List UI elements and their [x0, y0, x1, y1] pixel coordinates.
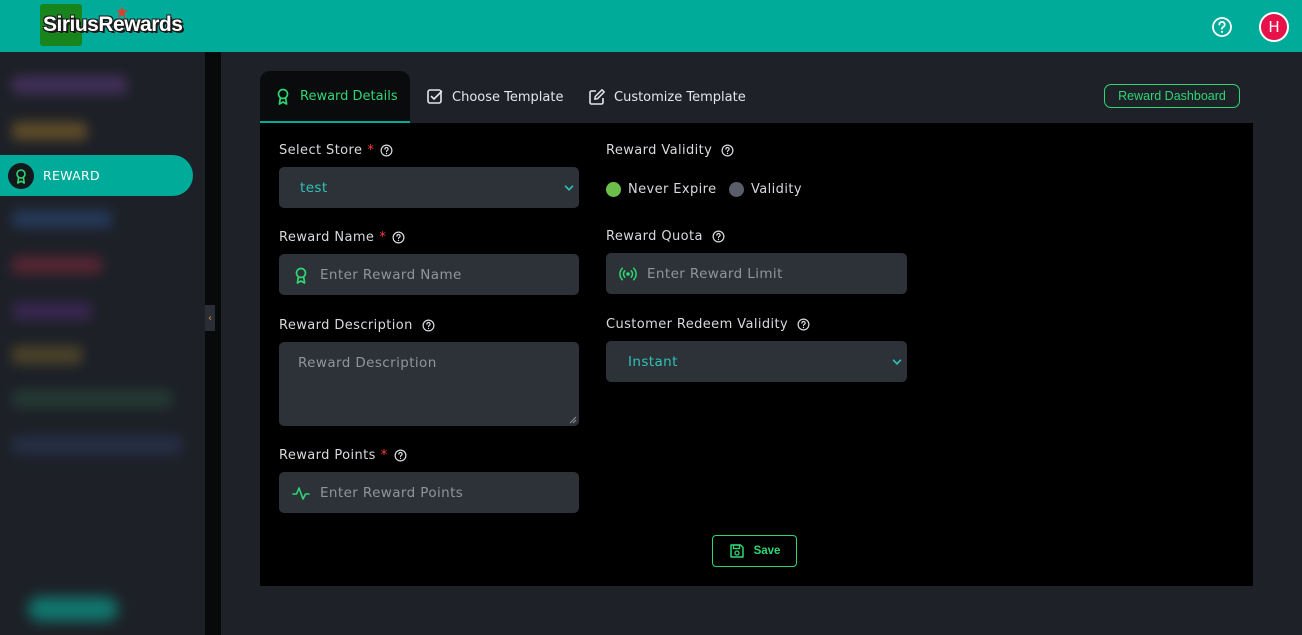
reward-description-textarea[interactable]: Reward Description [279, 342, 579, 426]
sidebar-item-label: REWARD [43, 168, 100, 183]
sidebar-item-blurred[interactable] [12, 346, 82, 364]
edit-icon [589, 89, 605, 105]
label-text: Select Store [279, 143, 363, 158]
label-text: Reward Points [279, 448, 376, 463]
award-icon [277, 88, 289, 105]
sidebar-item-blurred[interactable] [12, 210, 112, 228]
help-icon[interactable] [380, 144, 393, 157]
reward-points-placeholder: Enter Reward Points [320, 484, 464, 501]
reward-name-input[interactable]: Enter Reward Name [279, 254, 579, 295]
sidebar-divider [205, 52, 221, 635]
top-bar: SiriusRewards H [0, 0, 1302, 52]
resize-handle-icon[interactable] [569, 416, 577, 424]
tab-label: Choose Template [452, 89, 564, 105]
help-icon[interactable] [797, 318, 810, 331]
radio-never-expire[interactable]: Never Expire [606, 182, 717, 197]
award-icon [8, 162, 34, 189]
label-text: Reward Validity [606, 143, 713, 158]
tab-label: Reward Details [300, 88, 398, 104]
sidebar-item-blurred[interactable] [12, 256, 102, 274]
tab-choose-template[interactable]: Choose Template [426, 71, 563, 123]
help-icon[interactable] [1211, 16, 1233, 38]
help-icon[interactable] [392, 231, 405, 244]
reward-quota-label: Reward Quota [606, 229, 725, 244]
select-store-label: Select Store * [279, 143, 393, 158]
tab-reward-details[interactable]: Reward Details [260, 71, 410, 123]
save-label: Save [753, 545, 781, 557]
checkbox-icon [427, 89, 443, 104]
chevron-down-icon [892, 358, 902, 365]
reward-description-placeholder: Reward Description [298, 355, 437, 371]
tab-label: Customize Template [614, 89, 746, 105]
radio-label: Never Expire [628, 182, 717, 197]
app-logo[interactable]: SiriusRewards [40, 4, 205, 46]
broadcast-icon [619, 267, 637, 280]
radio-unselected-dot [729, 182, 744, 197]
required-mark: * [367, 143, 375, 158]
label-text: Customer Redeem Validity [606, 317, 789, 332]
help-icon[interactable] [422, 319, 435, 332]
label-text: Reward Quota [606, 229, 703, 244]
sidebar-item-blurred[interactable] [12, 390, 172, 408]
logo-text: SiriusRewards [43, 13, 183, 36]
reward-quota-input[interactable]: Enter Reward Limit [606, 253, 907, 294]
chevron-down-icon [564, 184, 574, 191]
customer-redeem-validity-label: Customer Redeem Validity [606, 317, 810, 332]
reward-dashboard-button[interactable]: Reward Dashboard [1104, 84, 1240, 108]
sidebar-item-blurred[interactable] [12, 76, 127, 94]
reward-quota-placeholder: Enter Reward Limit [647, 265, 783, 282]
help-icon[interactable] [712, 230, 725, 243]
user-avatar[interactable]: H [1259, 12, 1289, 42]
required-mark: * [379, 230, 387, 245]
reward-name-placeholder: Enter Reward Name [320, 266, 462, 283]
sidebar-bottom-button[interactable] [28, 597, 118, 621]
radio-selected-dot [606, 182, 621, 197]
award-icon [295, 267, 307, 284]
reward-points-label: Reward Points * [279, 448, 407, 463]
radio-validity[interactable]: Validity [729, 182, 802, 197]
required-mark: * [380, 448, 388, 463]
save-icon [729, 544, 744, 558]
select-store-dropdown[interactable]: test [279, 167, 579, 208]
help-icon[interactable] [394, 449, 407, 462]
activity-icon [292, 486, 310, 500]
tab-customize-template[interactable]: Customize Template [588, 71, 746, 123]
sidebar-item-blurred[interactable] [12, 122, 87, 140]
label-text: Reward Description [279, 318, 413, 333]
sidebar-collapse-toggle[interactable]: ‹ [205, 305, 215, 331]
reward-name-label: Reward Name * [279, 230, 405, 245]
reward-validity-label: Reward Validity [606, 143, 734, 158]
radio-label: Validity [751, 182, 802, 197]
sidebar: REWARD [0, 52, 205, 635]
customer-redeem-validity-dropdown[interactable]: Instant [606, 341, 907, 382]
help-icon[interactable] [721, 144, 734, 157]
save-button[interactable]: Save [712, 535, 797, 567]
reward-points-input[interactable]: Enter Reward Points [279, 472, 579, 513]
sidebar-item-reward[interactable]: REWARD [0, 155, 193, 196]
label-text: Reward Name [279, 230, 375, 245]
select-store-value: test [300, 179, 328, 196]
reward-description-label: Reward Description [279, 318, 435, 333]
customer-redeem-validity-value: Instant [628, 353, 678, 370]
sidebar-item-blurred[interactable] [12, 302, 92, 320]
sidebar-item-blurred[interactable] [12, 436, 182, 454]
